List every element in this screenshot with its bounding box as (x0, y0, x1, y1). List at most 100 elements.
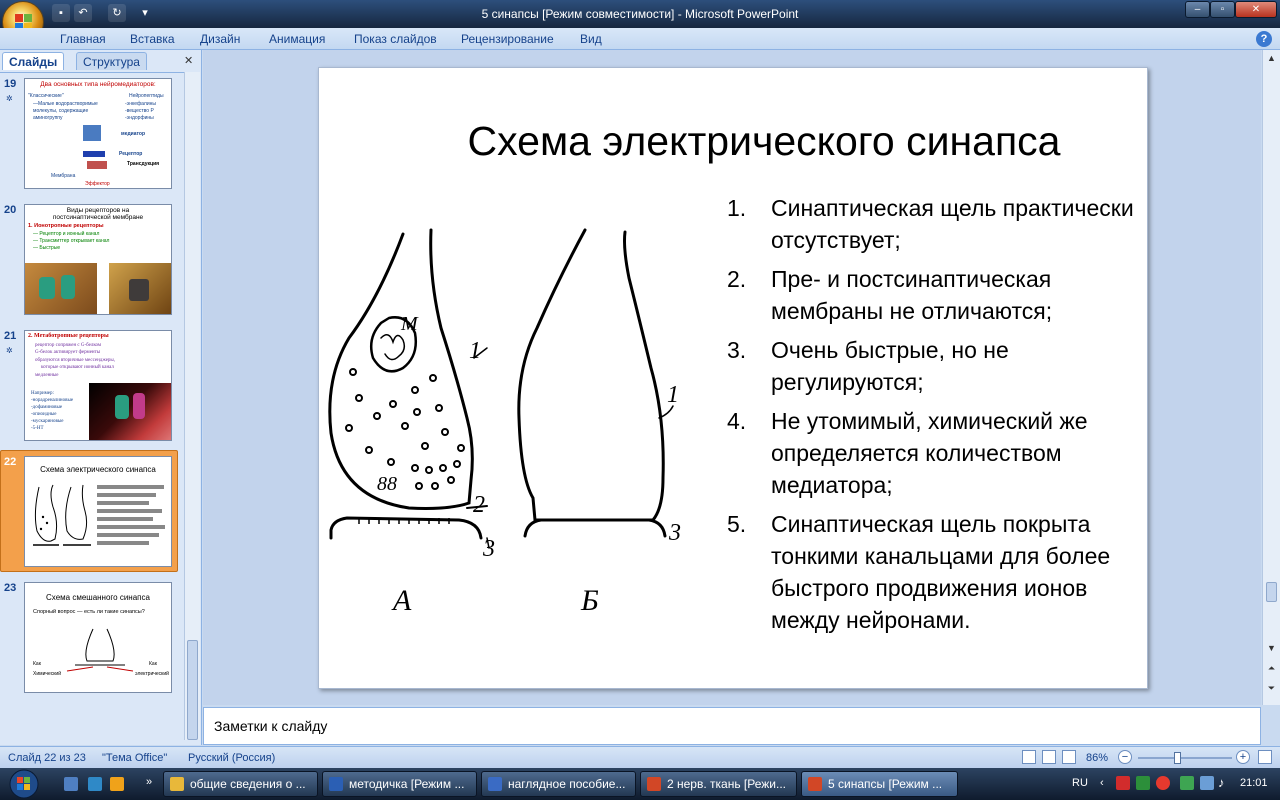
language-status[interactable]: Русский (Россия) (188, 752, 275, 764)
taskbar-item-ppt-2[interactable]: 5 синапсы [Режим ... (801, 771, 958, 797)
tray-antivirus-icon[interactable] (1116, 776, 1130, 790)
slide-thumb-19[interactable]: 19 ✲ Два основных типа нейромедиаторов: … (0, 76, 184, 194)
tab-review[interactable]: Рецензирование (461, 32, 554, 46)
label-2: 2 (473, 492, 485, 518)
window-title: 5 синапсы [Режим совместимости] - Micros… (481, 7, 799, 21)
bullet-number: 1. (727, 195, 747, 221)
slide-counter: Слайд 22 из 23 (8, 752, 86, 764)
zoom-in-icon[interactable]: + (1236, 750, 1250, 764)
notes-placeholder: Заметки к слайду (214, 718, 328, 734)
theme-name[interactable]: "Тема Office" (102, 752, 167, 764)
thumb-line: Например: (31, 391, 54, 396)
tab-view[interactable]: Вид (580, 32, 602, 46)
tray-expand-icon[interactable]: ‹ (1100, 777, 1104, 789)
taskbar-item-ppt-1[interactable]: 2 нерв. ткань [Режи... (640, 771, 797, 797)
slide-sorter-icon[interactable] (1042, 750, 1056, 764)
help-icon[interactable]: ? (1256, 31, 1272, 47)
slides-pane: Слайды Структура ✕ 19 ✲ Два основных тип… (0, 50, 202, 745)
ribbon-tabs: Главная Вставка Дизайн Анимация Показ сл… (0, 28, 1280, 50)
thumb-diagram (66, 628, 134, 672)
tab-slides[interactable]: Слайды (2, 52, 65, 70)
pane-divider (0, 72, 184, 73)
undo-icon[interactable]: ↶ (74, 4, 92, 22)
clock[interactable]: 21:01 (1240, 777, 1268, 789)
thumb-line: которые открывают ионный канал (41, 365, 114, 370)
thumb-line: — Трансмиттер открывает канал (33, 238, 110, 244)
maximize-button[interactable]: ▫ (1210, 1, 1235, 18)
bullet-number: 3. (727, 337, 747, 363)
thumb-line: молекулы, содержащие (33, 108, 89, 114)
show-desktop-icon[interactable] (64, 777, 78, 791)
notes-pane[interactable]: Заметки к слайду (203, 707, 1261, 745)
zoom-slider[interactable] (1138, 757, 1232, 759)
tab-outline[interactable]: Структура (76, 52, 147, 70)
slides-pane-scrollbar[interactable] (184, 72, 200, 740)
thumb-line: — Быстрые (33, 245, 61, 251)
tray-network-icon[interactable] (1180, 776, 1194, 790)
next-slide-icon[interactable]: ⏷ (1264, 680, 1279, 696)
tab-insert[interactable]: Вставка (130, 32, 175, 46)
slide-bullet-list[interactable]: 1. Синаптическая щель практически отсутст… (727, 192, 1147, 643)
tab-home[interactable]: Главная (60, 32, 106, 46)
save-icon[interactable]: ▪ (52, 4, 70, 22)
slide-thumb-21[interactable]: 21 ✲ 2. Метаботропные рецепторы рецептор… (0, 328, 184, 446)
pane-close-icon[interactable]: ✕ (184, 54, 193, 67)
thumb-shape (87, 161, 107, 169)
normal-view-icon[interactable] (1022, 750, 1036, 764)
tray-display-icon[interactable] (1200, 776, 1214, 790)
slide-thumb-22[interactable]: 22 Схема электрического синапса (0, 450, 184, 572)
close-button[interactable]: ✕ (1235, 1, 1277, 18)
qat-customize-icon[interactable]: ▾ (136, 4, 154, 22)
thumb-title: Схема электрического синапса (40, 465, 156, 474)
scroll-thumb[interactable] (187, 640, 198, 740)
fit-slide-icon[interactable] (1258, 750, 1272, 764)
taskbar-item-folder[interactable]: общие сведения о ... (163, 771, 318, 797)
taskbar-item-word-1[interactable]: методичка [Режим ... (322, 771, 477, 797)
word-icon (488, 777, 502, 791)
redo-icon[interactable]: ↻ (108, 4, 126, 22)
tab-animation[interactable]: Анимация (269, 32, 325, 46)
editor-scrollbar[interactable]: ▲ ▼ ⏶ ⏷ (1262, 50, 1280, 705)
minimize-button[interactable]: – (1185, 1, 1210, 18)
scroll-up-icon[interactable]: ▲ (1264, 50, 1279, 66)
language-indicator[interactable]: RU (1072, 777, 1088, 789)
volume-icon[interactable]: ♪ (1218, 775, 1225, 790)
zoom-level[interactable]: 86% (1086, 752, 1108, 764)
start-button-icon[interactable] (4, 768, 44, 800)
bullet-item: 2. Пре- и постсинаптическая мембраны не о… (727, 263, 1147, 327)
slide-title[interactable]: Схема электрического синапса (319, 118, 1149, 165)
quicklaunch-expand-icon[interactable]: » (146, 776, 152, 788)
slide-thumb-23[interactable]: 23 Схема смешанного синапса Спорный вопр… (0, 580, 184, 698)
thumb-shape (133, 393, 145, 419)
bullet-number: 2. (727, 266, 747, 292)
taskbar: » общие сведения о ... методичка [Режим … (0, 768, 1280, 800)
zoom-slider-handle[interactable] (1174, 752, 1182, 764)
zoom-out-icon[interactable]: − (1118, 750, 1132, 764)
label-eight: 88 (377, 473, 397, 495)
tray-security-icon[interactable] (1156, 776, 1170, 790)
taskbar-item-word-2[interactable]: наглядное пособие... (481, 771, 636, 797)
thumb-title: 2. Метаботропные рецепторы (28, 333, 109, 339)
thumb-line: -дофаминовые (31, 405, 63, 410)
animation-icon: ✲ (6, 346, 13, 355)
bullet-item: 5. Синаптическая щель покрыта тонкими кан… (727, 508, 1147, 636)
tray-app-icon[interactable] (1136, 776, 1150, 790)
quicklaunch-media-icon[interactable] (110, 777, 124, 791)
slideshow-icon[interactable] (1062, 750, 1076, 764)
scroll-down-icon[interactable]: ▼ (1264, 640, 1279, 656)
bullet-text: Очень быстрые, но не регулируются; (771, 337, 1009, 395)
current-slide[interactable]: Схема электрического синапса М 1 2 3 1 3… (318, 67, 1148, 689)
thumb-line: "Классические" (28, 93, 64, 99)
thumb-line: -эндорфины (125, 115, 154, 121)
label-3-b: 3 (668, 520, 681, 546)
tab-slideshow[interactable]: Показ слайдов (354, 32, 437, 46)
bullet-item: 1. Синаптическая щель практически отсутст… (727, 192, 1147, 256)
quicklaunch-ie-icon[interactable] (88, 777, 102, 791)
slide-thumb-20[interactable]: 20 Виды рецепторов на постсинаптической … (0, 202, 184, 320)
thumb-line: аминогруппу (33, 115, 63, 121)
tab-design[interactable]: Дизайн (200, 32, 240, 46)
previous-slide-icon[interactable]: ⏶ (1264, 660, 1279, 676)
scroll-thumb[interactable] (1266, 582, 1277, 602)
label-a: А (391, 584, 412, 617)
label-b: Б (580, 584, 599, 617)
